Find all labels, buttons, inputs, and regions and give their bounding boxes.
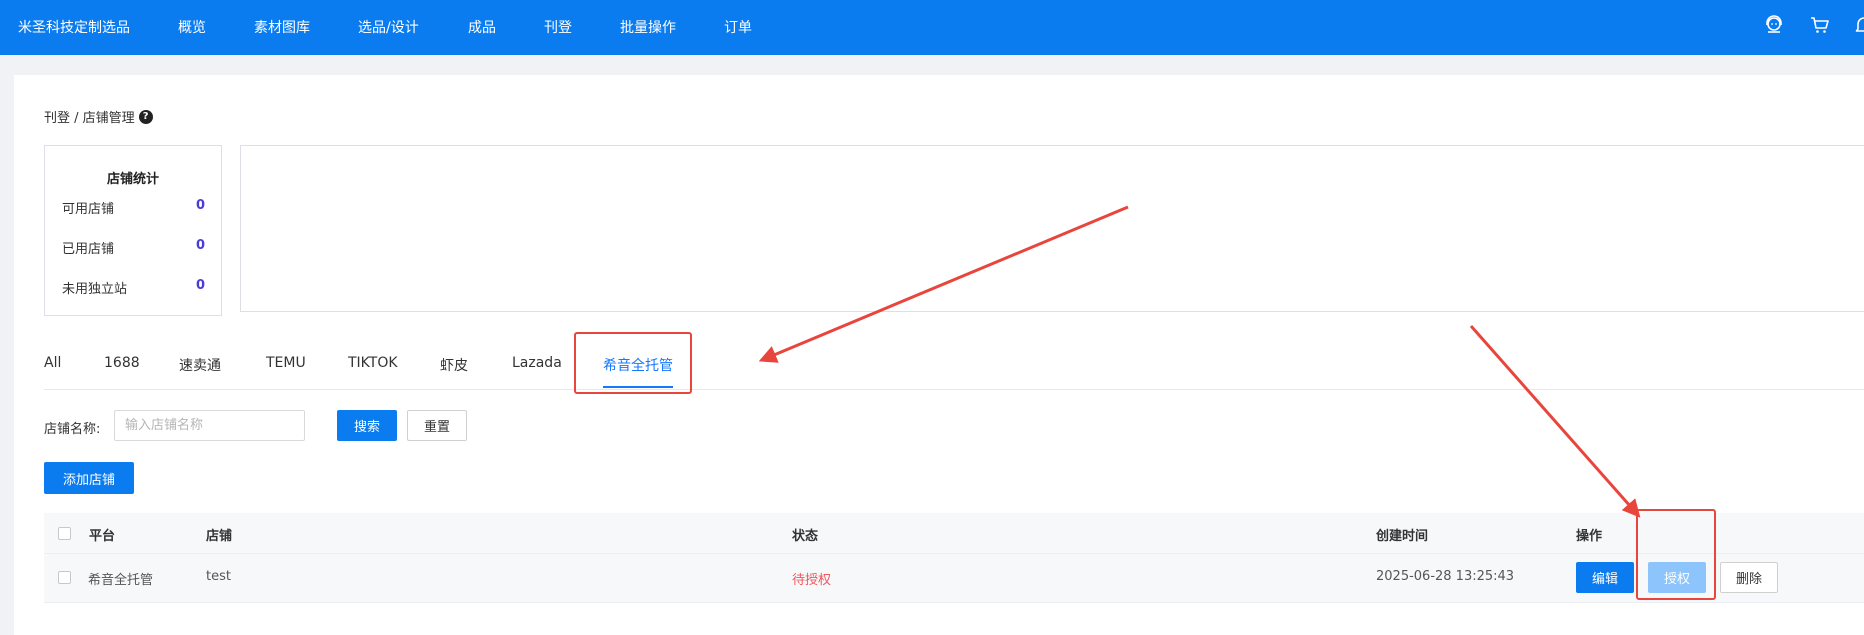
tab-temu[interactable]: TEMU (266, 355, 306, 371)
stats-title: 店铺统计 (106, 172, 159, 187)
top-navigation-bar: 米圣科技定制选品 概览 素材图库 选品/设计 成品 刊登 批量操作 订单 (0, 0, 1864, 55)
column-status: 状态 (792, 529, 819, 544)
cart-icon[interactable] (1809, 14, 1831, 36)
cell-shop: test (206, 569, 231, 584)
menu-batch-operations[interactable]: 批量操作 (620, 17, 676, 37)
menu-orders[interactable]: 订单 (724, 17, 752, 37)
add-shop-button[interactable]: 添加店铺 (44, 462, 134, 494)
shop-name-input[interactable] (114, 410, 305, 441)
shop-name-label: 店铺名称: (44, 422, 101, 437)
stat-value: 0 (195, 278, 205, 293)
stat-label: 已用店铺 (62, 242, 115, 257)
bell-icon[interactable] (1853, 14, 1864, 36)
select-all-checkbox[interactable] (58, 527, 71, 540)
column-platform: 平台 (89, 529, 116, 544)
search-button[interactable]: 搜索 (337, 410, 397, 441)
stats-chart-area (240, 145, 1864, 312)
row-checkbox[interactable] (58, 571, 71, 584)
authorize-highlight-box (1636, 509, 1716, 600)
tab-highlight-box (574, 332, 692, 394)
table-row: 希音全托管 test 待授权 2025-06-28 13:25:43 编辑 授权… (44, 554, 1864, 603)
menu-listing[interactable]: 刊登 (544, 17, 572, 37)
column-shop: 店铺 (206, 529, 233, 544)
app-brand[interactable]: 米圣科技定制选品 (18, 17, 130, 37)
tab-lazada[interactable]: Lazada (512, 355, 562, 371)
reset-button[interactable]: 重置 (407, 410, 467, 441)
tab-tiktok[interactable]: TIKTOK (348, 355, 398, 371)
stat-label: 可用店铺 (62, 202, 115, 217)
shop-stats-card: 店铺统计 可用店铺 0 已用店铺 0 未用独立站 0 (44, 145, 222, 316)
user-support-icon[interactable] (1763, 14, 1785, 36)
tab-aliexpress[interactable]: 速卖通 (179, 355, 221, 375)
menu-overview[interactable]: 概览 (178, 17, 206, 37)
menu-finished-products[interactable]: 成品 (468, 17, 496, 37)
stat-row-used: 已用店铺 0 (62, 238, 205, 257)
breadcrumb-text: 刊登 / 店铺管理 (44, 111, 135, 126)
menu-selection-design[interactable]: 选品/设计 (358, 17, 419, 37)
table-header: 平台 店铺 状态 创建时间 操作 (44, 513, 1864, 554)
breadcrumb: 刊登 / 店铺管理 ? (44, 107, 153, 126)
stat-value: 0 (195, 238, 205, 253)
tab-shopee[interactable]: 虾皮 (440, 355, 468, 375)
stat-value: 0 (195, 198, 205, 213)
column-actions: 操作 (1576, 529, 1603, 544)
cell-status: 待授权 (792, 573, 832, 588)
edit-button[interactable]: 编辑 (1576, 562, 1634, 593)
cell-platform: 希音全托管 (88, 573, 154, 588)
cell-created: 2025-06-28 13:25:43 (1376, 569, 1515, 584)
delete-button[interactable]: 删除 (1720, 562, 1778, 593)
stat-label: 未用独立站 (62, 282, 128, 297)
tab-1688[interactable]: 1688 (104, 355, 140, 371)
tabs-divider (44, 389, 1864, 390)
tab-all[interactable]: All (44, 355, 61, 371)
column-created: 创建时间 (1376, 529, 1429, 544)
stat-row-unused-site: 未用独立站 0 (62, 278, 205, 297)
menu-material-library[interactable]: 素材图库 (254, 17, 310, 37)
stat-row-available: 可用店铺 0 (62, 198, 205, 217)
help-icon[interactable]: ? (138, 109, 153, 124)
